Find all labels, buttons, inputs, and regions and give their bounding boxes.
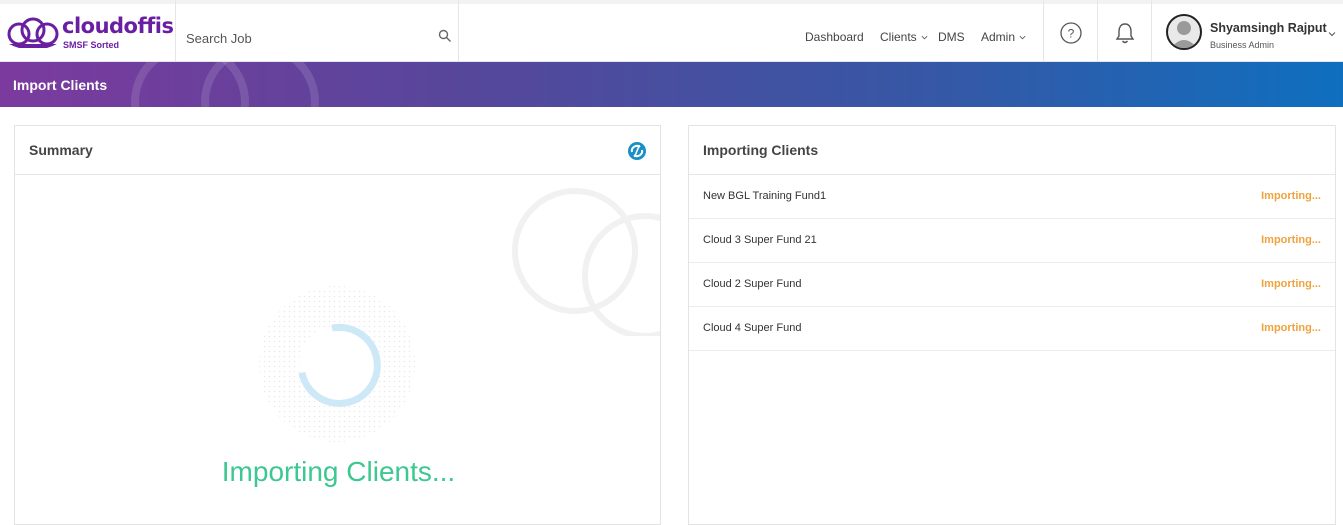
importing-clients-panel: Importing Clients New BGL Training Fund1…	[688, 125, 1336, 525]
client-name: Cloud 2 Super Fund	[703, 278, 802, 290]
status-badge: Importing...	[1261, 278, 1321, 290]
user-menu[interactable]: Shyamsingh Rajput Business Admin	[1151, 0, 1343, 66]
summary-panel: Summary Importing Clients...	[14, 125, 661, 525]
avatar	[1166, 14, 1202, 50]
importing-panel-header: Importing Clients	[689, 126, 1335, 175]
nav-dashboard[interactable]: Dashboard	[805, 30, 864, 44]
decorative-circles-icon	[512, 188, 660, 336]
loading-spinner	[259, 286, 415, 442]
importing-title: Importing Clients	[703, 142, 819, 158]
nav-dashboard-label: Dashboard	[805, 30, 864, 44]
page-title: Import Clients	[13, 77, 108, 93]
search-box	[175, 0, 459, 66]
list-item[interactable]: Cloud 2 Super Fund Importing...	[689, 263, 1335, 307]
nav-dms-label: DMS	[938, 30, 965, 44]
sync-icon[interactable]	[627, 141, 647, 161]
client-name: Cloud 4 Super Fund	[703, 322, 802, 334]
brand-logo[interactable]: cloudoffis SMSF Sorted	[6, 14, 176, 54]
page-header-banner: Import Clients	[0, 62, 1343, 107]
status-badge: Importing...	[1261, 190, 1321, 202]
chevron-down-icon	[1328, 32, 1336, 37]
list-item[interactable]: Cloud 3 Super Fund 21 Importing...	[689, 219, 1335, 263]
bell-icon	[1115, 23, 1134, 44]
brand-name: cloudoffis	[62, 14, 174, 38]
search-icon[interactable]	[438, 29, 452, 43]
decorative-circles-icon	[131, 62, 319, 107]
nav-dms[interactable]: DMS	[938, 30, 965, 44]
nav-admin[interactable]: Admin	[981, 30, 1026, 44]
summary-title: Summary	[29, 142, 93, 158]
help-button[interactable]: ?	[1043, 0, 1097, 66]
nav-admin-label: Admin	[981, 30, 1016, 44]
status-badge: Importing...	[1261, 322, 1321, 334]
search-input[interactable]	[186, 28, 426, 48]
help-icon: ?	[1059, 22, 1082, 44]
list-item[interactable]: Cloud 4 Super Fund Importing...	[689, 307, 1335, 351]
chevron-down-icon	[1019, 35, 1026, 39]
nav-clients-label: Clients	[880, 30, 917, 44]
nav-clients[interactable]: Clients	[880, 30, 928, 44]
top-navbar: cloudoffis SMSF Sorted Dashboard Clients…	[0, 0, 1343, 66]
summary-panel-header: Summary	[15, 126, 660, 175]
brand-tagline: SMSF Sorted	[63, 40, 120, 50]
client-name: Cloud 3 Super Fund 21	[703, 234, 817, 246]
chevron-down-icon	[921, 35, 928, 39]
svg-text:?: ?	[1067, 27, 1074, 41]
user-role: Business Admin	[1210, 40, 1275, 50]
loading-status-text: Importing Clients...	[221, 456, 456, 487]
client-name: New BGL Training Fund1	[703, 190, 827, 202]
status-badge: Importing...	[1261, 234, 1321, 246]
cloud-logo-icon	[7, 17, 59, 48]
notifications-button[interactable]	[1097, 0, 1151, 66]
user-name: Shyamsingh Rajput	[1210, 21, 1327, 35]
user-avatar-icon	[1171, 21, 1197, 48]
list-item[interactable]: New BGL Training Fund1 Importing...	[689, 175, 1335, 219]
